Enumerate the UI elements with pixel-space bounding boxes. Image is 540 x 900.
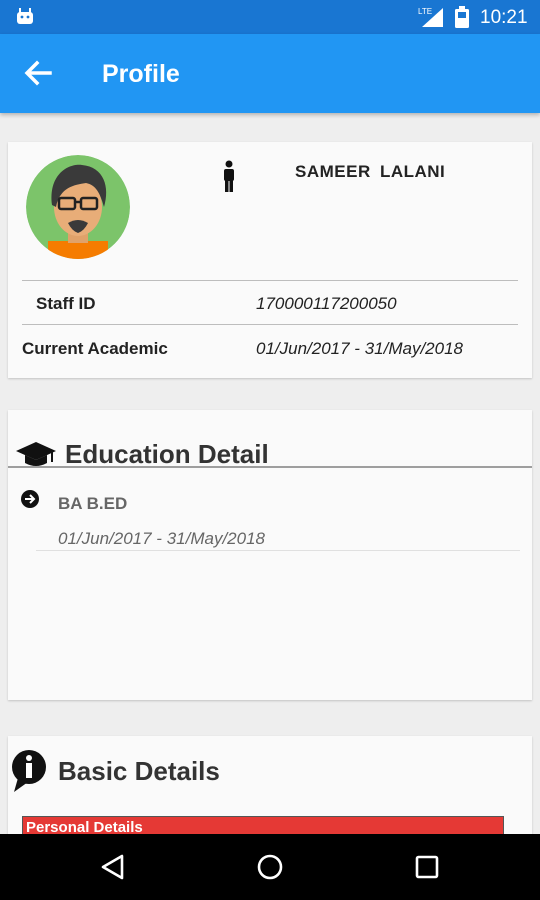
page-title: Profile: [102, 60, 180, 88]
app-bar: Profile: [0, 34, 540, 113]
person-icon: [224, 160, 234, 192]
profile-card: SAMEER LALANI Staff ID 170000117200050 C…: [8, 142, 532, 378]
status-bar: LTE 10:21: [0, 0, 540, 34]
current-academic-value: 01/Jun/2017 - 31/May/2018: [256, 339, 463, 358]
education-card: Education Detail BA B.ED 01/Jun/2017 - 3…: [8, 410, 532, 700]
home-circle-icon[interactable]: [255, 852, 285, 882]
divider: [36, 550, 520, 551]
divider: [22, 280, 518, 281]
staff-id-label: Staff ID: [36, 294, 96, 313]
degree-name: BA B.ED: [58, 494, 128, 513]
degree-dates: 01/Jun/2017 - 31/May/2018: [58, 529, 265, 548]
back-arrow-icon[interactable]: [22, 58, 54, 88]
staff-name: SAMEER LALANI: [295, 162, 446, 181]
personal-details-header[interactable]: Personal Details: [22, 816, 504, 836]
signal-icon: LTE: [418, 7, 443, 27]
battery-icon: [455, 6, 469, 28]
recents-square-icon[interactable]: [412, 852, 442, 882]
back-triangle-icon[interactable]: [98, 852, 128, 882]
arrow-circle-right-icon: [21, 490, 39, 508]
current-academic-label: Current Academic: [22, 339, 168, 358]
divider: [22, 324, 518, 325]
graduation-cap-icon: [16, 442, 56, 466]
section-divider: [8, 466, 532, 468]
avatar: [26, 155, 130, 259]
svg-text:LTE: LTE: [418, 7, 432, 16]
basic-details-title: Basic Details: [58, 756, 220, 786]
basic-details-card: Basic Details Personal Details: [8, 736, 532, 836]
android-icon: [17, 8, 33, 24]
navigation-bar: [0, 834, 540, 900]
info-icon: [12, 750, 46, 792]
status-time: 10:21: [480, 7, 528, 28]
staff-id-value: 170000117200050: [256, 294, 397, 313]
